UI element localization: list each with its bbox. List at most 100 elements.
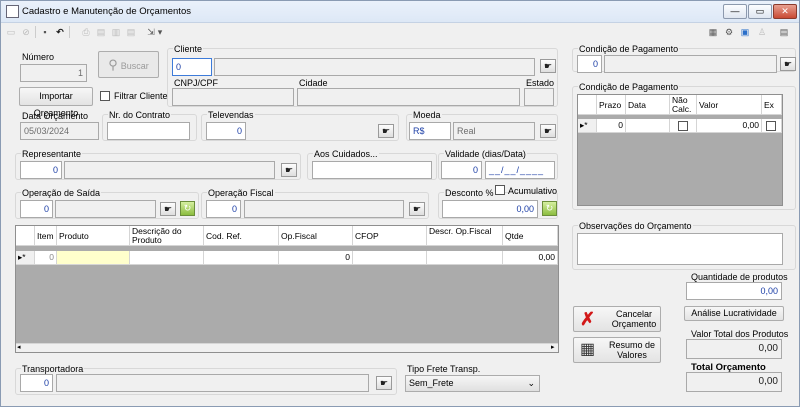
print-icon[interactable]: ⎙ <box>80 26 92 38</box>
maximize-button[interactable]: ▭ <box>748 4 772 19</box>
cliente-lookup-icon[interactable]: ☛ <box>540 59 556 73</box>
operacao-saida-lookup-icon[interactable]: ☛ <box>160 202 176 216</box>
contrato-label: Nr. do Contrato <box>108 110 172 120</box>
toolbar-separator <box>69 26 70 38</box>
filtrar-cliente-checkbox[interactable] <box>100 91 110 101</box>
importar-orcamento-button[interactable]: Importar Orçamento <box>19 87 93 118</box>
validade-days-field[interactable]: 0 <box>441 161 482 179</box>
grid-cell-produto[interactable] <box>57 251 130 265</box>
grid-cell-qtde[interactable]: 0,00 <box>503 251 558 265</box>
valor-total-produtos-field[interactable]: 0,00 <box>686 339 782 359</box>
grid-cell-descricao[interactable] <box>130 251 204 265</box>
grid-cell-cod-ref[interactable] <box>204 251 279 265</box>
condicao-cell-valor[interactable]: 0,00 <box>697 119 762 133</box>
operacao-fiscal-lookup-icon[interactable]: ☛ <box>409 202 425 216</box>
cancel-icon[interactable]: ⊘ <box>20 26 32 38</box>
grid-cell-cfop[interactable] <box>353 251 427 265</box>
condicao-pagamento-name-field[interactable] <box>604 55 777 73</box>
ex-checkbox[interactable] <box>766 121 776 131</box>
estado-field[interactable] <box>524 88 554 106</box>
validade-date-field[interactable]: __/__/____ <box>485 161 555 179</box>
scroll-right-icon[interactable]: ▸ <box>551 343 555 351</box>
grid-cell-op-fiscal[interactable]: 0 <box>279 251 353 265</box>
grid-header-descricao[interactable]: Descrição do Produto <box>130 226 204 246</box>
grid-header-cfop[interactable]: CFOP <box>353 226 427 246</box>
numero-field[interactable]: 1 <box>20 64 87 82</box>
representante-name-field[interactable] <box>64 161 275 179</box>
copy-icon[interactable]: ▥ <box>110 26 122 38</box>
condicao-cell-prazo[interactable]: 0 <box>597 119 626 133</box>
moeda-code-field[interactable]: R$ <box>409 122 451 140</box>
cnpj-field[interactable] <box>172 88 294 106</box>
buscar-button[interactable]: ⚲ Buscar <box>98 51 159 78</box>
contrato-field[interactable] <box>107 122 190 140</box>
new-icon[interactable]: ▭ <box>5 26 17 38</box>
desconto-field[interactable]: 0,00 <box>442 200 538 218</box>
cliente-code-field[interactable]: 0 <box>172 58 212 76</box>
grid-header-item[interactable]: Item <box>35 226 57 246</box>
grid-cell-item[interactable]: 0 <box>35 251 57 265</box>
items-grid-scrollbar[interactable] <box>16 343 558 352</box>
condicao-header-prazo[interactable]: Prazo <box>597 95 626 115</box>
close-button[interactable]: ✕ <box>773 4 797 19</box>
transportadora-name-field[interactable] <box>56 374 369 392</box>
moeda-name-field[interactable]: Real <box>453 122 535 140</box>
transportadora-lookup-icon[interactable]: ☛ <box>376 376 392 390</box>
condicao-header-nao-calc[interactable]: Não Calc. <box>670 95 697 115</box>
operacao-saida-code-field[interactable]: 0 <box>20 200 53 218</box>
representante-lookup-icon[interactable]: ☛ <box>281 163 297 177</box>
operacao-saida-name-field[interactable] <box>55 200 156 218</box>
grid-header-qtde[interactable]: Qtde <box>503 226 558 246</box>
condicao-pagamento-code-field[interactable]: 0 <box>577 55 602 73</box>
user-icon[interactable]: ♙ <box>756 26 768 38</box>
total-orcamento-field[interactable]: 0,00 <box>686 372 782 392</box>
settings-icon[interactable]: ⚙ <box>723 26 735 38</box>
quantidade-produtos-field[interactable]: 0,00 <box>686 282 782 300</box>
scroll-left-icon[interactable]: ◂ <box>17 343 21 351</box>
observacoes-textarea[interactable] <box>577 233 783 265</box>
aos-cuidados-field[interactable] <box>312 161 432 179</box>
list-icon[interactable]: ▤ <box>778 26 790 38</box>
grid-header-produto[interactable]: Produto <box>57 226 130 246</box>
cliente-label: Cliente <box>173 44 204 54</box>
attach-icon[interactable]: ▤ <box>125 26 137 38</box>
cidade-field[interactable] <box>297 88 520 106</box>
condicao-pagamento-lookup-icon[interactable]: ☛ <box>780 57 796 71</box>
resumo-valores-button[interactable]: ▦ Resumo de Valores <box>573 337 661 363</box>
preview-icon[interactable]: ▤ <box>95 26 107 38</box>
chevron-down-icon[interactable]: ▾ <box>156 26 164 38</box>
moeda-lookup-icon[interactable]: ☛ <box>540 124 556 138</box>
main-window: Cadastro e Manutenção de Orçamentos — ▭ … <box>0 0 800 407</box>
operacao-fiscal-code-field[interactable]: 0 <box>206 200 241 218</box>
transportadora-code-field[interactable]: 0 <box>20 374 53 392</box>
grid-cell-descr-op[interactable] <box>427 251 503 265</box>
cliente-name-field[interactable] <box>214 58 535 76</box>
nao-calc-checkbox[interactable] <box>678 121 688 131</box>
televendas-lookup-icon[interactable]: ☛ <box>378 124 394 138</box>
condicao-header-ex[interactable]: Ex <box>762 95 782 115</box>
numero-label: Número <box>22 52 55 62</box>
acumulativo-checkbox[interactable] <box>495 185 505 195</box>
undo-icon[interactable]: ↶ <box>54 26 66 38</box>
save-icon[interactable]: ▪ <box>39 26 51 38</box>
grid-header-descr-op-fiscal[interactable]: Descr. Op.Fiscal <box>427 226 503 246</box>
cnpj-label: CNPJ/CPF <box>174 78 219 88</box>
grid-header-cod-ref[interactable]: Cod. Ref. <box>204 226 279 246</box>
report-icon[interactable]: ▦ <box>707 26 719 38</box>
operacao-saida-refresh-icon[interactable]: ↻ <box>180 201 195 216</box>
grid-header-op-fiscal[interactable]: Op.Fiscal <box>279 226 353 246</box>
data-orcamento-field[interactable]: 05/03/2024 <box>20 122 99 140</box>
condicao-cell-data[interactable] <box>626 119 670 133</box>
condicao-row-indicator: ▸* <box>578 119 597 133</box>
tipo-frete-select[interactable]: Sem_Frete ⌄ <box>405 375 540 392</box>
representante-code-field[interactable]: 0 <box>20 161 62 179</box>
minimize-button[interactable]: — <box>723 4 747 19</box>
operacao-fiscal-name-field[interactable] <box>244 200 404 218</box>
refresh-icon[interactable]: ▣ <box>739 26 751 38</box>
condicao-header-valor[interactable]: Valor <box>697 95 762 115</box>
televendas-field[interactable]: 0 <box>206 122 246 140</box>
condicao-header-data[interactable]: Data <box>626 95 670 115</box>
cancelar-orcamento-button[interactable]: ✗ Cancelar Orçamento <box>573 306 661 332</box>
desconto-refresh-icon[interactable]: ↻ <box>542 201 557 216</box>
analise-lucratividade-button[interactable]: Análise Lucratividade <box>684 306 784 321</box>
